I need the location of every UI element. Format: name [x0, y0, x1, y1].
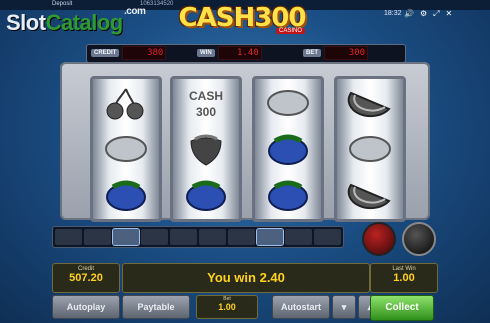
- watermark-slot: Slot: [6, 10, 46, 35]
- gamble-red-button[interactable]: [362, 222, 396, 256]
- payline-7[interactable]: [227, 229, 255, 245]
- collect-button[interactable]: Collect: [370, 295, 434, 321]
- svg-text:300: 300: [196, 105, 216, 119]
- fullscreen-icon[interactable]: ⤢: [433, 9, 439, 19]
- cash300-icon: CASH 300: [181, 85, 231, 121]
- autoplay-button[interactable]: Autoplay: [52, 295, 120, 319]
- close-icon[interactable]: ✕: [446, 9, 453, 19]
- reel-1: [90, 76, 162, 222]
- volume-icon[interactable]: 🔊: [404, 9, 414, 19]
- reel-3: [252, 76, 324, 222]
- last-win-display: Last Win 1.00: [370, 263, 438, 293]
- payline-9[interactable]: [285, 229, 313, 245]
- plum-icon: [263, 131, 313, 167]
- watermark-com: .com: [124, 6, 146, 17]
- watermelon-icon: [345, 177, 395, 213]
- deposit-link[interactable]: Deposit: [52, 1, 72, 7]
- credit-display: Credit 507.20: [52, 263, 120, 293]
- bet-decrease-button[interactable]: ▾: [332, 295, 356, 319]
- system-icons: 🔊 ⚙ ⤢ ✕: [404, 9, 452, 19]
- watermelon-icon: [345, 85, 395, 121]
- bet-display: Bet 1.00: [196, 295, 258, 319]
- reel-4: [334, 76, 406, 222]
- status-panel: Credit 507.20 You win 2.40 Last Win 1.00: [52, 263, 438, 293]
- autostart-button[interactable]: Autostart: [272, 295, 330, 319]
- clock-time: 18:32: [384, 10, 402, 17]
- meter-label: BET: [303, 49, 321, 57]
- bet-value: 1.00: [218, 302, 236, 312]
- svg-text:CASH: CASH: [189, 89, 223, 103]
- meter-credit: CREDIT 380: [91, 46, 167, 60]
- payline-4[interactable]: [141, 229, 169, 245]
- meter-win: WIN 1.40: [197, 46, 262, 60]
- payline-1[interactable]: [55, 229, 82, 245]
- payline-6[interactable]: [198, 229, 226, 245]
- chevron-down-icon: ▾: [341, 302, 347, 312]
- lemon-icon: [345, 131, 395, 167]
- strawberry-icon: [181, 131, 231, 167]
- last-win-value: 1.00: [393, 272, 415, 284]
- game-logo: CASH300 CASINO: [158, 3, 326, 39]
- payline-8[interactable]: [255, 228, 285, 246]
- cherry-icon: [101, 85, 151, 121]
- logo-subtitle: CASINO: [276, 28, 306, 34]
- plum-icon: [181, 177, 231, 213]
- meter-value: 300: [324, 46, 368, 60]
- meter-label: WIN: [197, 49, 215, 57]
- win-message: You win 2.40: [122, 263, 370, 293]
- credit-value: 507.20: [69, 272, 103, 284]
- payline-selector: [52, 226, 344, 248]
- lemon-icon: [263, 85, 313, 121]
- meter-label: CREDIT: [91, 49, 120, 57]
- meter-value: 380: [122, 46, 167, 60]
- reel-2: CASH 300: [170, 76, 242, 222]
- gamble-black-button[interactable]: [402, 222, 436, 256]
- lemon-icon: [101, 131, 151, 167]
- payline-3[interactable]: [111, 228, 141, 246]
- meter-value: 1.40: [217, 46, 262, 60]
- payline-2[interactable]: [83, 229, 111, 245]
- meter-bar: CREDIT 380 WIN 1.40 BET 300: [86, 44, 406, 63]
- payline-10[interactable]: [314, 229, 341, 245]
- plum-icon: [101, 177, 151, 213]
- slotcatalog-watermark: SlotCatalog .com: [6, 6, 146, 36]
- settings-icon[interactable]: ⚙: [420, 9, 427, 19]
- plum-icon: [263, 177, 313, 213]
- paytable-button[interactable]: Paytable: [122, 295, 190, 319]
- watermark-catalog: Catalog: [45, 10, 124, 35]
- meter-bet: BET 300: [303, 46, 368, 60]
- payline-5[interactable]: [170, 229, 197, 245]
